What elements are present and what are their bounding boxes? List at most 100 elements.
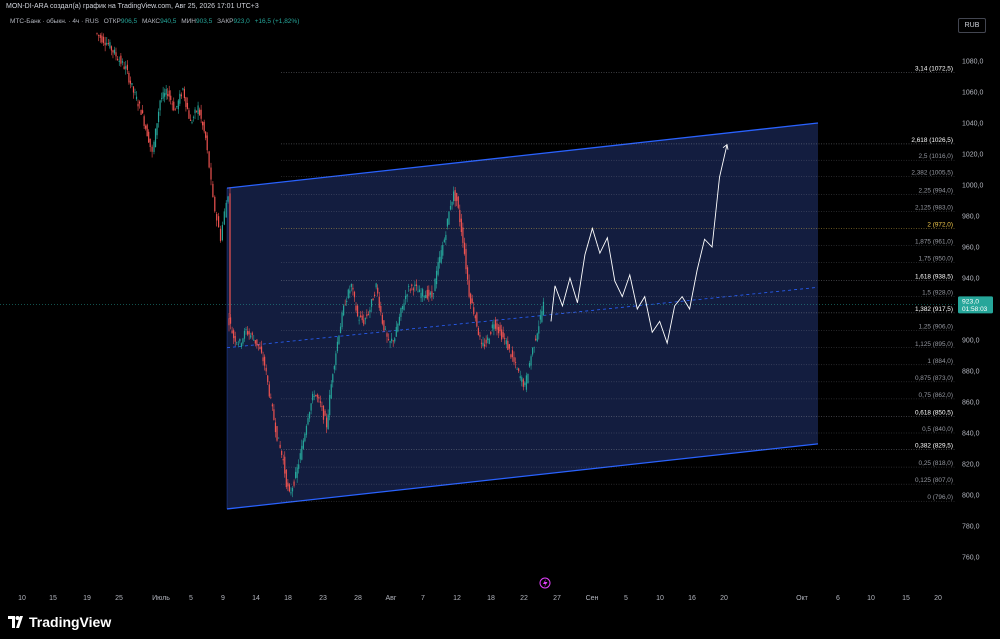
candle-body	[479, 335, 481, 337]
candle-body	[101, 35, 103, 43]
candle-body	[307, 418, 309, 425]
candle-body	[525, 375, 528, 390]
candle-body	[151, 146, 153, 152]
tradingview-logo[interactable]: TradingView	[8, 614, 111, 630]
candle-body	[417, 291, 419, 293]
candle-body	[277, 437, 280, 439]
candle-body	[208, 151, 210, 168]
candle-body	[532, 347, 534, 355]
alert-icon[interactable]	[539, 577, 551, 589]
price-tick-label: 940,0	[962, 276, 980, 283]
candle-body	[335, 353, 337, 365]
candle-body	[313, 395, 315, 397]
candle-body	[367, 314, 370, 315]
candle-body	[138, 101, 141, 104]
candle-body	[516, 368, 518, 370]
candle-body	[200, 109, 202, 119]
candle-body	[511, 350, 514, 358]
candle-body	[251, 332, 253, 336]
candle-body	[205, 131, 207, 138]
candle-body	[494, 319, 497, 329]
candle-body	[397, 324, 399, 332]
candle-body	[149, 138, 151, 148]
candle-body	[394, 338, 396, 342]
candle-body	[454, 189, 456, 202]
candle-body	[267, 375, 269, 383]
time-tick-label: 22	[520, 595, 528, 602]
candle-body	[273, 409, 275, 421]
candle-body	[110, 46, 113, 51]
time-tick-label: 12	[453, 595, 461, 602]
candle-body	[538, 326, 540, 334]
candle-body	[308, 412, 311, 419]
candle-body	[135, 96, 138, 100]
candle-body	[391, 338, 393, 342]
price-chart[interactable]: 3,14 (1072,5) 2,618 (1026,5) 2,5 (1016,0) 2…	[0, 0, 1000, 639]
candle-body	[99, 34, 101, 38]
candle-body	[519, 376, 521, 379]
candle-body	[485, 339, 487, 344]
candle-body	[422, 289, 424, 297]
candle-body	[318, 396, 320, 399]
candle-body	[202, 121, 204, 126]
candle-body	[227, 196, 229, 202]
candle-body	[112, 50, 114, 53]
candle-body	[502, 332, 504, 338]
candle-body	[177, 100, 179, 110]
candle-body	[113, 49, 116, 54]
candle-body	[188, 110, 190, 119]
candle-body	[164, 93, 166, 97]
candle-body	[375, 283, 377, 288]
candle-body	[404, 295, 407, 300]
candle-body	[401, 305, 404, 310]
candle-body	[183, 89, 185, 99]
candle-body	[446, 218, 449, 227]
candle-body	[259, 346, 261, 349]
candle-body	[265, 367, 267, 372]
fib-level-label: 1,618 (938,5)	[915, 273, 953, 280]
candle-body	[510, 354, 512, 358]
price-tick-label: 820,0	[962, 462, 980, 469]
candle-body	[239, 338, 241, 342]
candle-body	[276, 426, 278, 441]
candle-body	[527, 373, 529, 384]
candle-body	[176, 106, 178, 107]
candle-body	[468, 279, 470, 297]
candle-body	[321, 406, 323, 407]
candle-body	[471, 298, 473, 304]
fib-level-label: 1,875 (961,0)	[915, 238, 953, 245]
candle-body	[389, 341, 391, 343]
candle-body	[418, 289, 421, 292]
candle-body	[490, 331, 492, 335]
candle-body	[431, 291, 433, 298]
price-tick-label: 880,0	[962, 369, 980, 376]
candle-body	[237, 343, 239, 345]
candle-body	[380, 305, 382, 313]
candle-body	[304, 433, 306, 442]
fib-level-label: 0,125 (807,0)	[915, 477, 953, 484]
candle-body	[253, 339, 255, 341]
candle-body	[264, 356, 266, 366]
time-axis[interactable]: 10 15 19 25 Июль 5 9 14 18 23 28 Авг 7 12 18 22 27 Сен 5 10…	[18, 595, 942, 602]
fib-level-label: 0,5 (840,0)	[922, 426, 953, 433]
candle-body	[287, 482, 289, 487]
candle-body	[457, 196, 459, 208]
candle-body	[285, 469, 287, 488]
candle-body	[243, 330, 246, 339]
candle-body	[483, 344, 486, 347]
candle-body	[214, 196, 216, 212]
candle-body	[487, 337, 489, 341]
candle-body	[443, 239, 445, 243]
candle-body	[448, 211, 450, 225]
candle-body	[381, 314, 383, 324]
candle-body	[364, 317, 366, 320]
candle-body	[445, 234, 447, 241]
candle-body	[432, 293, 435, 295]
candle-body	[281, 450, 283, 455]
fib-level-label: 2 (972,0)	[927, 221, 953, 228]
candle-body	[186, 102, 189, 109]
candle-body	[171, 103, 173, 105]
time-tick-label: 25	[115, 595, 123, 602]
parallel-channel[interactable]	[226, 122, 819, 510]
candle-body	[199, 109, 201, 116]
